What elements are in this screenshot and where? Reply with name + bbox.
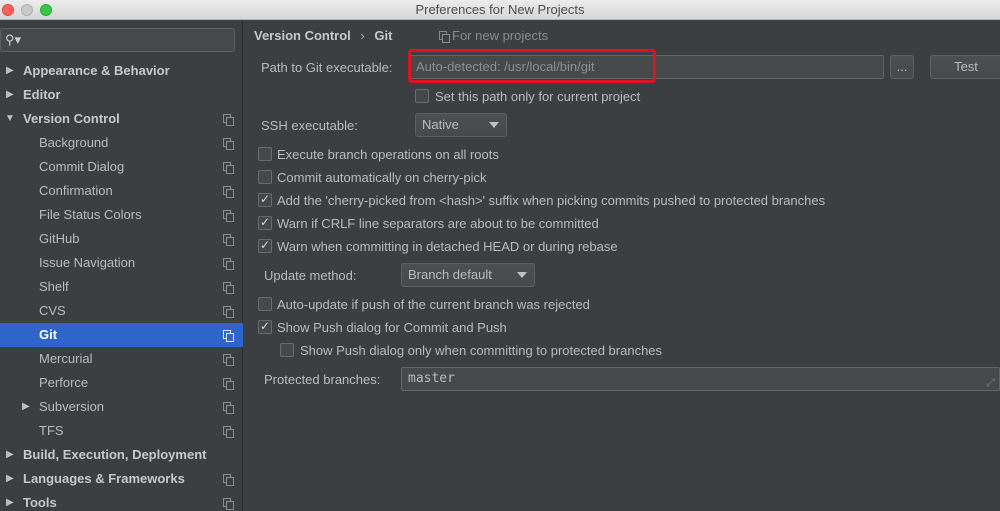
update-method-label: Update method: [264,268,357,283]
copy-icon [223,306,234,318]
protected-branches-value: master [408,371,455,386]
ssh-select[interactable]: Native [415,113,507,137]
copy-icon [223,138,234,150]
breadcrumb-parent[interactable]: Version Control [254,28,351,43]
commit-on-cherry-pick-label: Commit automatically on cherry-pick [277,170,487,185]
update-method-select[interactable]: Branch default [401,263,535,287]
execute-branch-operations-label: Execute branch operations on all roots [277,147,499,162]
current-project-only-checkbox[interactable] [415,89,429,103]
copy-icon [223,402,234,414]
copy-icon [223,162,234,174]
window-title: Preferences for New Projects [415,2,585,17]
sidebar-item-background[interactable]: Background [0,131,243,155]
warn-detached-head-checkbox[interactable] [258,238,272,253]
git-path-label: Path to Git executable: [261,60,393,75]
copy-icon [223,186,234,198]
copy-icon [223,474,234,486]
chevron-right-icon[interactable]: ▶ [6,467,14,491]
cherry-picked-suffix-label: Add the 'cherry-picked from <hash>' suff… [277,193,826,208]
auto-update-push-label: Auto-update if push of the current branc… [277,297,590,312]
execute-branch-operations-checkbox[interactable] [258,147,272,161]
chevron-right-icon[interactable]: ▶ [6,59,14,83]
chevron-down-icon [517,272,527,278]
current-project-only-label: Set this path only for current project [435,89,641,104]
test-button[interactable]: Test [930,55,1000,79]
search-icon: ⚲▾ [5,32,22,47]
sidebar-item-perforce[interactable]: Perforce [0,371,243,395]
highlight-box [408,49,656,83]
copy-icon [439,31,450,43]
copy-icon [223,498,234,510]
warn-crlf-label: Warn if CRLF line separators are about t… [277,216,599,231]
sidebar-item-git[interactable]: Git [0,323,243,347]
settings-sidebar: ⚲▾ ▶ Appearance & Behavior ▶ Editor ▼ Ve… [0,20,243,511]
sidebar-item-tfs[interactable]: TFS [0,419,243,443]
sidebar-item-file-status-colors[interactable]: File Status Colors [0,203,243,227]
breadcrumb: Version Control › Git [254,28,392,43]
warn-crlf-checkbox[interactable] [258,215,272,230]
chevron-down-icon [489,122,499,128]
sidebar-item-shelf[interactable]: Shelf [0,275,243,299]
copy-icon [223,426,234,438]
expand-icon[interactable]: ⤢ [986,372,995,394]
breadcrumb-current: Git [374,28,393,43]
sidebar-item-commit-dialog[interactable]: Commit Dialog [0,155,243,179]
search-input[interactable]: ⚲▾ [0,28,235,52]
protected-branches-field[interactable]: master ⤢ [401,367,1000,391]
chevron-right-icon[interactable]: ▶ [6,443,14,467]
git-settings-panel: Version Control › Git For new projects P… [244,20,1000,511]
browse-button[interactable]: ... [890,55,914,79]
copy-icon [223,234,234,246]
sidebar-item-mercurial[interactable]: Mercurial [0,347,243,371]
sidebar-item-languages-frameworks[interactable]: ▶ Languages & Frameworks [0,467,243,491]
commit-on-cherry-pick-checkbox[interactable] [258,170,272,184]
sidebar-item-issue-navigation[interactable]: Issue Navigation [0,251,243,275]
copy-icon [223,330,234,342]
copy-icon [223,210,234,222]
chevron-right-icon[interactable]: ▶ [22,395,30,419]
sidebar-item-cvs[interactable]: CVS [0,299,243,323]
push-dialog-protected-only-checkbox[interactable] [280,343,294,357]
copy-icon [223,282,234,294]
show-push-dialog-checkbox[interactable] [258,319,272,334]
sidebar-item-tools[interactable]: ▶ Tools [0,491,243,511]
scope-label: For new projects [452,28,549,43]
chevron-down-icon[interactable]: ▼ [5,107,15,131]
title-bar: Preferences for New Projects [0,0,1000,20]
show-push-dialog-label: Show Push dialog for Commit and Push [277,320,507,335]
chevron-right-icon[interactable]: ▶ [6,83,14,107]
sidebar-item-subversion[interactable]: ▶ Subversion [0,395,243,419]
warn-detached-head-label: Warn when committing in detached HEAD or… [277,239,618,254]
ssh-select-value: Native [422,117,459,132]
cherry-picked-suffix-checkbox[interactable] [258,192,272,207]
chevron-right-icon[interactable]: ▶ [6,491,14,511]
scope-note: For new projects [439,28,548,43]
copy-icon [223,114,234,126]
copy-icon [223,354,234,366]
update-method-value: Branch default [408,267,492,282]
sidebar-item-version-control[interactable]: ▼ Version Control [0,107,243,131]
copy-icon [223,378,234,390]
breadcrumb-separator: › [360,28,365,43]
protected-branches-label: Protected branches: [264,372,381,387]
ssh-label: SSH executable: [261,118,358,133]
copy-icon [223,258,234,270]
sidebar-item-appearance[interactable]: ▶ Appearance & Behavior [0,59,243,83]
sidebar-item-editor[interactable]: ▶ Editor [0,83,243,107]
auto-update-push-checkbox[interactable] [258,297,272,311]
sidebar-item-build-execution-deployment[interactable]: ▶ Build, Execution, Deployment [0,443,243,467]
sidebar-item-github[interactable]: GitHub [0,227,243,251]
sidebar-item-confirmation[interactable]: Confirmation [0,179,243,203]
push-dialog-protected-only-label: Show Push dialog only when committing to… [300,343,663,358]
